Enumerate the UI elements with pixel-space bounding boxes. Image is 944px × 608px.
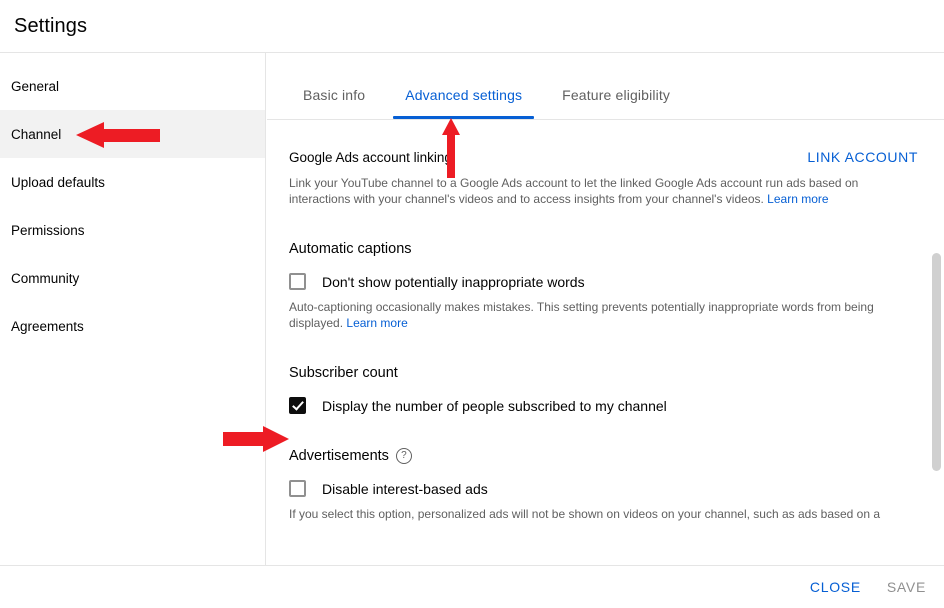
subscriber-count-checkbox-row: Display the number of people subscribed … — [289, 397, 920, 414]
subscriber-count-title: Subscriber count — [289, 365, 398, 381]
sidebar-item-label: Permissions — [11, 223, 85, 238]
sidebar-item-label: Agreements — [11, 319, 84, 334]
help-circle-icon[interactable]: ? — [396, 448, 412, 464]
display-subscriber-count-checkbox[interactable] — [289, 397, 306, 414]
inappropriate-words-label[interactable]: Don't show potentially inappropriate wor… — [322, 274, 585, 290]
settings-main-panel: Basic info Advanced settings Feature eli… — [267, 53, 944, 565]
automatic-captions-learn-more-link[interactable]: Learn more — [346, 316, 407, 330]
advertisements-checkbox-row: Disable interest-based ads — [289, 480, 920, 497]
google-ads-linking-label: Google Ads account linking — [289, 150, 452, 165]
sidebar-item-channel[interactable]: Channel — [0, 110, 265, 158]
disable-interest-based-ads-label[interactable]: Disable interest-based ads — [322, 481, 488, 497]
tab-bar: Basic info Advanced settings Feature eli… — [267, 53, 944, 120]
automatic-captions-checkbox-row: Don't show potentially inappropriate wor… — [289, 273, 920, 290]
sidebar-item-permissions[interactable]: Permissions — [0, 206, 265, 254]
sidebar-item-label: General — [11, 79, 59, 94]
sidebar-item-community[interactable]: Community — [0, 254, 265, 302]
inappropriate-words-checkbox[interactable] — [289, 273, 306, 290]
link-account-button[interactable]: LINK ACCOUNT — [807, 149, 920, 165]
settings-content-scroll: Google Ads account linking LINK ACCOUNT … — [267, 121, 944, 565]
save-button[interactable]: SAVE — [887, 579, 926, 595]
content-scrollbar-thumb[interactable] — [932, 253, 941, 471]
sidebar-item-label: Channel — [11, 127, 61, 142]
subscriber-count-heading: Subscriber count — [289, 365, 920, 381]
advertisements-description: If you select this option, personalized … — [289, 506, 903, 522]
sidebar-item-upload-defaults[interactable]: Upload defaults — [0, 158, 265, 206]
automatic-captions-title: Automatic captions — [289, 241, 412, 257]
automatic-captions-heading: Automatic captions — [289, 241, 920, 257]
google-ads-learn-more-link[interactable]: Learn more — [767, 192, 828, 206]
dialog-body: General Channel Upload defaults Permissi… — [0, 53, 944, 565]
tab-basic-info[interactable]: Basic info — [291, 87, 377, 119]
sidebar-item-label: Community — [11, 271, 79, 286]
automatic-captions-description: Auto-captioning occasionally makes mista… — [289, 299, 903, 331]
google-ads-linking-row: Google Ads account linking LINK ACCOUNT — [289, 121, 920, 165]
dialog-footer: CLOSE SAVE — [0, 565, 944, 608]
sidebar-item-general[interactable]: General — [0, 62, 265, 110]
advertisements-title: Advertisements — [289, 448, 389, 464]
google-ads-linking-description: Link your YouTube channel to a Google Ad… — [289, 175, 897, 207]
tab-feature-eligibility[interactable]: Feature eligibility — [550, 87, 682, 119]
advertisements-heading: Advertisements ? — [289, 448, 920, 464]
dialog-header: Settings — [0, 0, 944, 53]
tab-advanced-settings[interactable]: Advanced settings — [393, 87, 534, 119]
display-subscriber-count-label[interactable]: Display the number of people subscribed … — [322, 398, 667, 414]
settings-sidebar: General Channel Upload defaults Permissi… — [0, 53, 266, 565]
content-scrollbar-track[interactable] — [932, 121, 941, 565]
sidebar-item-agreements[interactable]: Agreements — [0, 302, 265, 350]
disable-interest-based-ads-checkbox[interactable] — [289, 480, 306, 497]
close-button[interactable]: CLOSE — [810, 579, 861, 595]
page-title: Settings — [14, 15, 87, 38]
sidebar-item-label: Upload defaults — [11, 175, 105, 190]
